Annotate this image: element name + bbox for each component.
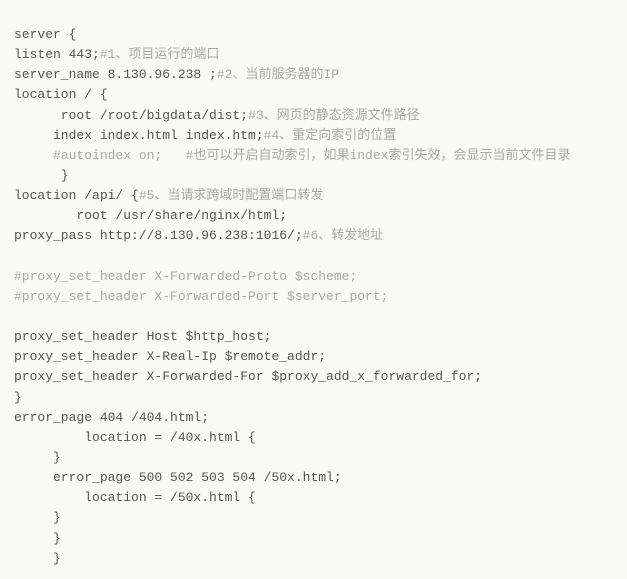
code-line: location = /50x.html { <box>14 488 613 508</box>
code-line: root /root/bigdata/dist;#3、网页的静态资源文件路径 <box>14 106 613 126</box>
code-line: } <box>14 448 613 468</box>
code-line: location /api/ {#5、当请求跨域时配置端口转发 <box>14 186 613 206</box>
code-comment: #6、转发地址 <box>303 228 384 243</box>
code-comment: #2、当前服务器的IP <box>217 67 339 82</box>
code-token: listen 443; <box>14 47 100 62</box>
code-token: location / { <box>14 87 108 102</box>
code-token: proxy_set_header X-Real-Ip $remote_addr; <box>14 349 326 364</box>
code-token: error_page 500 502 503 504 /50x.html; <box>14 470 342 485</box>
code-token: root /root/bigdata/dist; <box>14 108 248 123</box>
code-comment: #proxy_set_header X-Forwarded-Proto $sch… <box>14 269 357 284</box>
code-token <box>14 148 53 163</box>
code-token: server_name 8.130.96.238 ; <box>14 67 217 82</box>
code-line: proxy_set_header X-Real-Ip $remote_addr; <box>14 347 613 367</box>
code-line: error_page 404 /404.html; <box>14 408 613 428</box>
code-comment: #1、项目运行的端口 <box>100 47 220 62</box>
code-line: } <box>14 388 613 408</box>
code-token: proxy_set_header X-Forwarded-For $proxy_… <box>14 369 482 384</box>
code-token: location /api/ { <box>14 188 139 203</box>
code-line <box>14 247 613 267</box>
code-line: listen 443;#1、项目运行的端口 <box>14 45 613 65</box>
code-line: root /usr/share/nginx/html; <box>14 206 613 226</box>
code-token: } <box>14 551 61 566</box>
code-line: #proxy_set_header X-Forwarded-Proto $sch… <box>14 267 613 287</box>
code-token: } <box>14 510 61 525</box>
code-comment: #3、网页的静态资源文件路径 <box>248 108 420 123</box>
code-token: } <box>14 450 61 465</box>
code-line: index index.html index.htm;#4、重定向索引的位置 <box>14 126 613 146</box>
code-token: index index.html index.htm; <box>14 128 264 143</box>
code-token: location = /40x.html { <box>14 430 256 445</box>
code-line <box>14 307 613 327</box>
code-line: proxy_set_header Host $http_host; <box>14 327 613 347</box>
code-comment: #autoindex on; #也可以开启自动索引，如果index索引失效，会显… <box>53 148 570 163</box>
code-line: location = /40x.html { <box>14 428 613 448</box>
code-line: #proxy_set_header X-Forwarded-Port $serv… <box>14 287 613 307</box>
code-token: } <box>14 390 22 405</box>
code-token: } <box>14 531 61 546</box>
code-line: } <box>14 508 613 528</box>
code-token: root /usr/share/nginx/html; <box>14 208 287 223</box>
code-comment: #proxy_set_header X-Forwarded-Port $serv… <box>14 289 388 304</box>
code-token: } <box>14 168 69 183</box>
code-line: #autoindex on; #也可以开启自动索引，如果index索引失效，会显… <box>14 146 613 166</box>
code-token: error_page 404 /404.html; <box>14 410 209 425</box>
code-line: location / { <box>14 85 613 105</box>
code-line: proxy_set_header X-Forwarded-For $proxy_… <box>14 367 613 387</box>
code-token: location = /50x.html { <box>14 490 256 505</box>
code-comment: #5、当请求跨域时配置端口转发 <box>139 188 324 203</box>
code-token: server { <box>14 27 76 42</box>
code-line: } <box>14 166 613 186</box>
code-line: server_name 8.130.96.238 ;#2、当前服务器的IP <box>14 65 613 85</box>
nginx-config-code: server {listen 443;#1、项目运行的端口server_name… <box>0 13 627 579</box>
code-line: error_page 500 502 503 504 /50x.html; <box>14 468 613 488</box>
code-comment: #4、重定向索引的位置 <box>264 128 397 143</box>
code-line: } <box>14 549 613 569</box>
code-line: proxy_pass http://8.130.96.238:1016/;#6、… <box>14 226 613 246</box>
code-line: } <box>14 529 613 549</box>
code-token: proxy_set_header Host $http_host; <box>14 329 271 344</box>
code-line: server { <box>14 25 613 45</box>
code-token: proxy_pass http://8.130.96.238:1016/; <box>14 228 303 243</box>
